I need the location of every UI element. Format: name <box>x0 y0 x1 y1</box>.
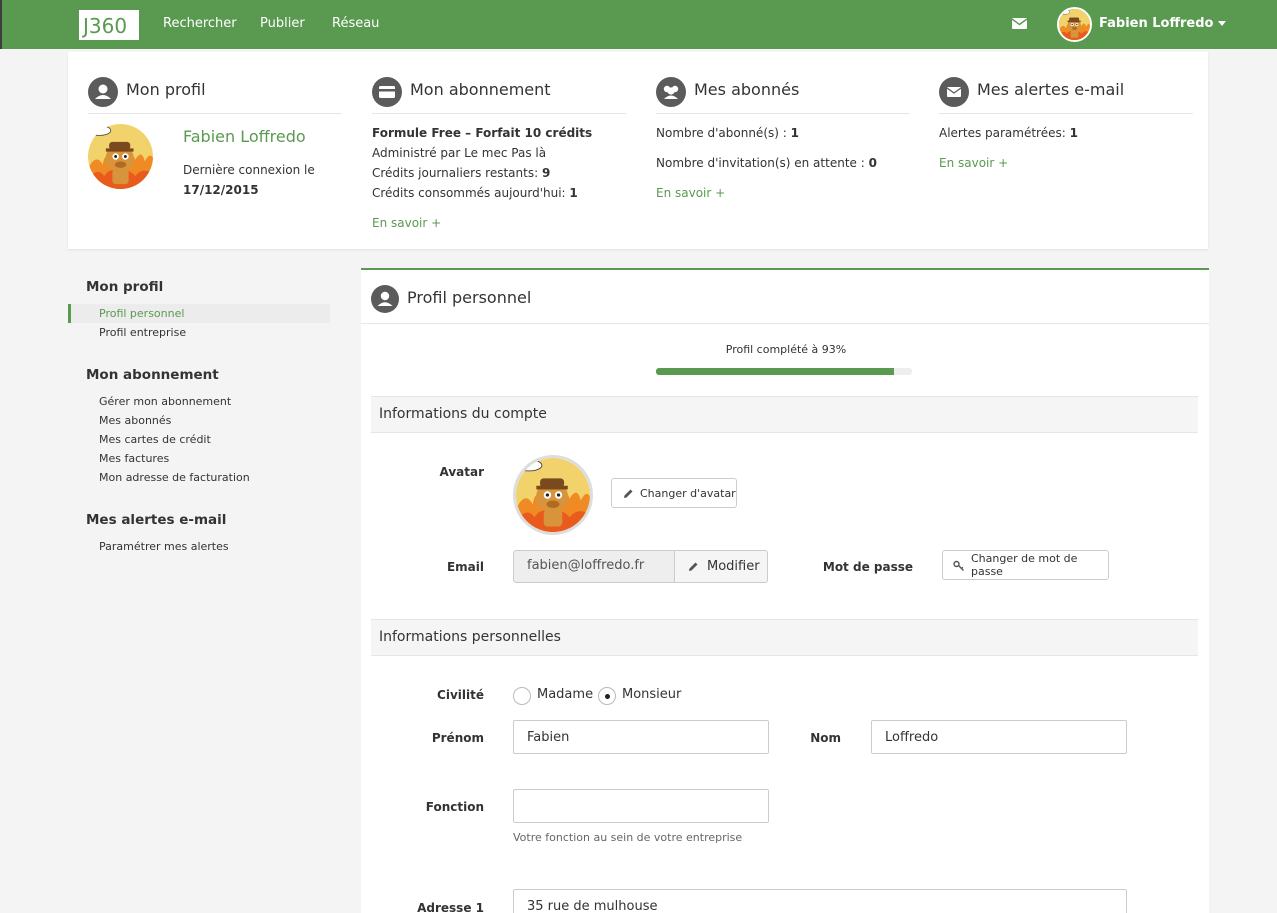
plan-admin: Administré par Le mec Pas là <box>372 146 547 160</box>
summary-panel: Mon profil Fabien Loffredo Dernière conn… <box>68 52 1208 249</box>
change-avatar-label: Changer d'avatar <box>640 486 736 500</box>
pencil-icon <box>622 488 634 500</box>
top-navbar: J360 Rechercher Publier Réseau Fabien Lo… <box>0 0 1277 49</box>
change-password-label: Changer de mot de passe <box>971 552 1078 578</box>
radio-monsieur[interactable] <box>598 687 616 705</box>
lastname-label: Nom <box>810 731 841 745</box>
j360-logo[interactable]: J360 <box>79 10 139 40</box>
civility-label: Civilité <box>437 688 484 702</box>
section-personal-info: Informations personnelles <box>371 619 1198 656</box>
caret-down-icon <box>1218 21 1227 26</box>
summary-subscribers-header: Mes abonnés <box>656 76 910 114</box>
subscribers-more-link[interactable]: En savoir + <box>656 186 725 200</box>
user-avatar[interactable] <box>1057 7 1092 42</box>
summary-alerts-title: Mes alertes e-mail <box>977 80 1125 99</box>
progress-label: Profil complété à 93% <box>725 343 847 356</box>
pending-invitations: Nombre d'invitation(s) en attente : 0 <box>656 156 877 170</box>
credits-left: Crédits journaliers restants: 9 <box>372 166 551 180</box>
envelope-icon[interactable] <box>1012 17 1027 30</box>
plan-name: Formule Free – Forfait 10 crédits <box>372 126 593 140</box>
summary-subscription-title: Mon abonnement <box>410 80 551 99</box>
user-menu-toggle[interactable]: Fabien Loffredo <box>1099 16 1227 31</box>
change-avatar-button[interactable]: Changer d'avatar <box>611 478 737 508</box>
sidebar-item-cartes-credit[interactable]: Mes cartes de crédit <box>99 433 211 446</box>
sidebar-item-adresse-facturation[interactable]: Mon adresse de facturation <box>99 471 250 484</box>
logo-text: J360 <box>81 14 127 38</box>
sidebar-item-factures[interactable]: Mes factures <box>99 452 169 465</box>
change-password-button[interactable]: Changer de mot de passe <box>942 550 1109 580</box>
function-label: Fonction <box>425 800 484 814</box>
modify-email-button[interactable]: Modifier <box>675 550 768 583</box>
radio-madame[interactable] <box>513 687 531 705</box>
sidebar-item-mes-abonnes[interactable]: Mes abonnés <box>99 414 171 427</box>
function-input[interactable] <box>513 789 769 823</box>
password-label: Mot de passe <box>822 560 913 574</box>
lastname-input[interactable] <box>871 720 1127 754</box>
sidebar-section-profile: Mon profil <box>86 279 164 295</box>
section-account-info: Informations du compte <box>371 396 1198 433</box>
summary-profile-title: Mon profil <box>126 80 206 99</box>
main-panel: Profil personnel Profil complété à 93% I… <box>361 268 1209 913</box>
modify-label: Modifier <box>707 559 760 574</box>
form-avatar <box>513 455 593 535</box>
users-icon <box>656 77 686 107</box>
alerts-configured: Alertes paramétrées: 1 <box>939 126 1078 140</box>
firstname-label: Prénom <box>431 731 484 745</box>
sidebar-item-parametrer-alertes[interactable]: Paramétrer mes alertes <box>99 540 229 553</box>
section-personal-title: Informations personnelles <box>379 629 561 645</box>
radio-madame-label[interactable]: Madame <box>537 687 593 702</box>
last-login-date: 17/12/2015 <box>183 183 259 197</box>
profile-avatar <box>88 124 153 189</box>
avatar-label: Avatar <box>439 465 484 479</box>
nav-reseau[interactable]: Réseau <box>332 16 379 31</box>
last-login-label: Dernière connexion le <box>183 163 315 177</box>
radio-monsieur-label[interactable]: Monsieur <box>622 687 681 702</box>
email-label: Email <box>446 560 484 574</box>
summary-subscribers-title: Mes abonnés <box>694 80 800 99</box>
sidebar-item-profil-personnel[interactable]: Profil personnel <box>99 307 184 320</box>
last-login: Dernière connexion le 17/12/2015 <box>183 160 315 200</box>
email-field[interactable]: fabien@loffredo.fr <box>513 550 675 583</box>
key-icon <box>953 560 965 572</box>
pencil-icon <box>687 561 699 573</box>
page-title: Profil personnel <box>407 288 532 307</box>
profile-name: Fabien Loffredo <box>183 127 306 146</box>
user-icon <box>88 77 118 107</box>
sidebar-section-alerts: Mes alertes e-mail <box>86 512 227 528</box>
sidebar-item-gerer-abonnement[interactable]: Gérer mon abonnement <box>99 395 231 408</box>
credit-card-icon <box>372 77 402 107</box>
firstname-input[interactable] <box>513 720 769 754</box>
subscription-more-link[interactable]: En savoir + <box>372 216 441 230</box>
envelope-icon <box>939 77 969 107</box>
nav-publier[interactable]: Publier <box>260 16 305 31</box>
function-help: Votre fonction au sein de votre entrepri… <box>513 831 743 844</box>
nav-rechercher[interactable]: Rechercher <box>163 16 237 31</box>
credits-used: Crédits consommés aujourd'hui: 1 <box>372 186 578 200</box>
address1-input[interactable] <box>513 889 1127 913</box>
summary-subscription-header: Mon abonnement <box>372 76 626 114</box>
section-account-title: Informations du compte <box>379 406 547 422</box>
alerts-more-link[interactable]: En savoir + <box>939 156 1008 170</box>
profile-progress-fill <box>656 368 895 375</box>
profile-progress-bar <box>656 368 912 375</box>
sidebar-item-profil-entreprise[interactable]: Profil entreprise <box>99 326 186 339</box>
subscribers-count: Nombre d'abonné(s) : 1 <box>656 126 799 140</box>
summary-profile-header: Mon profil <box>88 76 342 114</box>
address1-label: Adresse 1 <box>417 901 484 913</box>
summary-alerts-header: Mes alertes e-mail <box>939 76 1193 114</box>
divider <box>361 323 1209 324</box>
sidebar-section-subscription: Mon abonnement <box>86 367 219 383</box>
user-name: Fabien Loffredo <box>1099 16 1214 31</box>
user-icon <box>371 285 399 313</box>
